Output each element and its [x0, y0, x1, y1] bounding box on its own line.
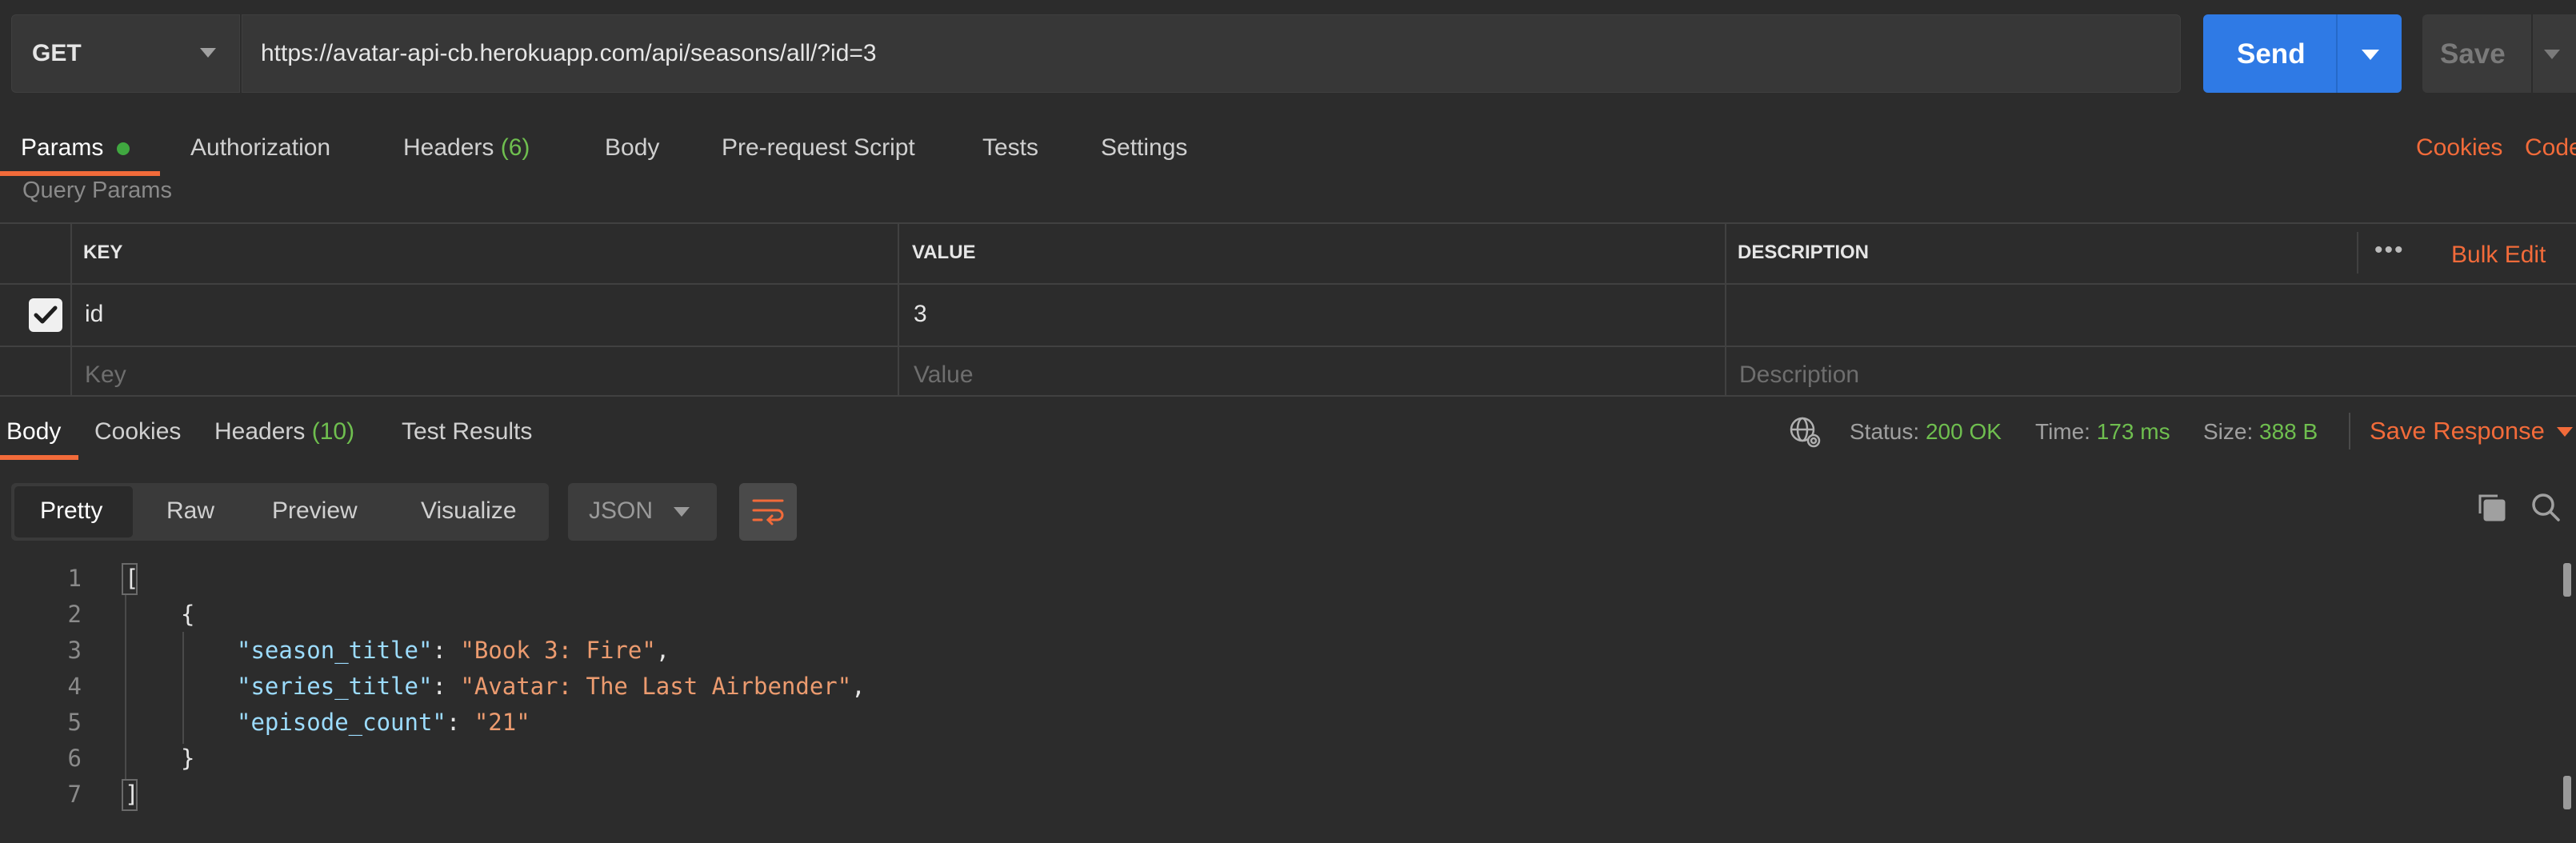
json-value: "Book 3: Fire"	[460, 637, 656, 664]
time-value[interactable]: 173 ms	[2097, 419, 2170, 444]
chevron-down-icon[interactable]	[200, 48, 216, 58]
code-field-line: "episode_count": "21"	[237, 709, 530, 736]
method-label: GET	[32, 40, 82, 66]
code-link[interactable]: Code	[2525, 134, 2576, 162]
new-key-input[interactable]: Key	[85, 362, 126, 389]
tab-headers-count: (6)	[500, 134, 530, 161]
size-label: Size:	[2203, 419, 2254, 444]
status-meta: Status: 200 OK	[1850, 419, 2002, 445]
view-raw[interactable]: Raw	[166, 497, 214, 525]
response-tab-headers[interactable]: Headers (10)	[214, 418, 354, 445]
view-visualize[interactable]: Visualize	[421, 497, 517, 525]
checkbox-checked-icon[interactable]	[29, 298, 62, 332]
send-options-chevron-icon[interactable]	[2362, 50, 2379, 60]
tab-headers[interactable]: Headers (6)	[403, 134, 530, 162]
send-label: Send	[2237, 38, 2306, 70]
save-divider	[2531, 14, 2533, 93]
meta-divider	[2349, 413, 2350, 449]
indent-guide	[125, 595, 126, 781]
tab-params[interactable]: Params	[21, 134, 103, 162]
table-col-divider	[70, 222, 72, 395]
tab-settings[interactable]: Settings	[1101, 134, 1187, 162]
code-close-array: ]	[125, 781, 139, 808]
json-trail: ,	[851, 673, 866, 700]
params-active-dot-icon	[117, 142, 130, 155]
send-divider	[2336, 14, 2338, 93]
line-number: 7	[67, 781, 82, 808]
response-tab-headers-count: (10)	[311, 418, 355, 445]
tab-params-underline	[0, 171, 160, 176]
json-key: "series_title"	[237, 673, 433, 700]
new-value-input[interactable]: Value	[914, 362, 974, 389]
copy-icon[interactable]	[2475, 491, 2507, 527]
table-col-divider	[898, 222, 899, 395]
save-response-button[interactable]: Save Response	[2370, 417, 2545, 445]
bulk-edit-link[interactable]: Bulk Edit	[2451, 242, 2546, 269]
size-value[interactable]: 388 B	[2259, 419, 2318, 444]
table-header-border	[0, 283, 2576, 285]
table-bottom-border	[0, 395, 2576, 397]
query-params-heading: Query Params	[22, 178, 172, 203]
chevron-down-icon[interactable]	[674, 507, 690, 517]
line-number: 1	[67, 565, 82, 592]
table-row-border	[0, 346, 2576, 347]
view-preview[interactable]: Preview	[272, 497, 358, 525]
line-number: 4	[67, 673, 82, 700]
column-header-value: VALUE	[912, 242, 976, 263]
tab-prerequest-script[interactable]: Pre-request Script	[722, 134, 915, 162]
param-value-cell[interactable]: 3	[914, 301, 927, 328]
response-tab-test-results[interactable]: Test Results	[402, 418, 532, 445]
time-label: Time:	[2035, 419, 2090, 444]
table-col-divider	[1725, 222, 1726, 395]
json-value: "21"	[474, 709, 530, 736]
editor-scrollbar-thumb[interactable]	[2563, 776, 2571, 809]
response-tab-cookies[interactable]: Cookies	[94, 418, 181, 445]
line-number: 2	[67, 601, 82, 628]
url-text: https://avatar-api-cb.herokuapp.com/api/…	[261, 40, 877, 66]
json-value: "Avatar: The Last Airbender"	[460, 673, 852, 700]
cookies-link[interactable]: Cookies	[2416, 134, 2502, 162]
indent-guide	[182, 632, 184, 744]
tab-authorization[interactable]: Authorization	[190, 134, 330, 162]
tab-tests[interactable]: Tests	[982, 134, 1038, 162]
json-key: "episode_count"	[237, 709, 446, 736]
wrap-lines-icon[interactable]	[739, 483, 797, 541]
response-tab-headers-label: Headers	[214, 418, 306, 445]
size-meta: Size: 388 B	[2203, 419, 2318, 445]
code-open-object: {	[181, 601, 195, 628]
time-meta: Time: 173 ms	[2035, 419, 2170, 445]
code-field-line: "series_title": "Avatar: The Last Airben…	[237, 673, 866, 700]
status-value[interactable]: 200 OK	[1926, 419, 2002, 444]
editor-scrollbar-thumb[interactable]	[2563, 563, 2571, 597]
response-tab-body-underline	[0, 455, 78, 460]
code-field-line: "season_title": "Book 3: Fire",	[237, 637, 670, 664]
line-number: 5	[67, 709, 82, 736]
status-label: Status:	[1850, 419, 1920, 444]
save-label: Save	[2440, 38, 2506, 70]
search-icon[interactable]	[2530, 491, 2562, 527]
param-key-cell[interactable]: id	[85, 301, 103, 328]
table-header-divider	[2357, 232, 2358, 274]
view-pretty[interactable]: Pretty	[40, 497, 102, 525]
tab-headers-label: Headers	[403, 134, 494, 161]
line-number: 6	[67, 745, 82, 772]
json-key: "season_title"	[237, 637, 433, 664]
table-top-border	[0, 222, 2576, 224]
code-close-object: }	[181, 745, 195, 772]
json-trail: ,	[655, 637, 670, 664]
globe-icon[interactable]	[1787, 414, 1822, 453]
new-description-input[interactable]: Description	[1739, 362, 1859, 389]
save-response-chevron-icon[interactable]	[2557, 427, 2573, 437]
format-label: JSON	[589, 497, 654, 524]
line-number: 3	[67, 637, 82, 664]
response-tab-body[interactable]: Body	[6, 418, 61, 445]
save-options-chevron-icon[interactable]	[2544, 50, 2560, 59]
column-header-key: KEY	[83, 242, 123, 263]
code-open-array: [	[125, 565, 139, 592]
column-header-description: DESCRIPTION	[1738, 242, 1870, 263]
tab-body[interactable]: Body	[605, 134, 659, 162]
more-horizontal-icon[interactable]: •••	[2374, 237, 2405, 264]
